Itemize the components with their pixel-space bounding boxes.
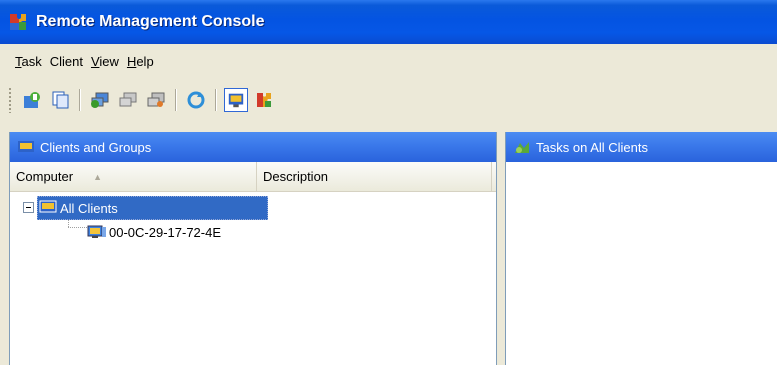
menu-view[interactable]: View [87, 54, 123, 69]
menu-bar: Task Client View Help [0, 47, 777, 75]
clients-pane-header: Clients and Groups [10, 132, 496, 162]
tasks-view-button[interactable] [252, 88, 276, 112]
tasks-icon [515, 142, 529, 153]
toolbar [0, 83, 777, 117]
computer-icon [87, 225, 106, 238]
menu-client[interactable]: Client [46, 54, 87, 69]
toolbar-separator [175, 89, 177, 111]
refresh-icon [187, 91, 205, 109]
tree-node-all-clients: All Clients [10, 195, 496, 220]
toolbar-separator [215, 89, 217, 111]
menu-help[interactable]: Help [123, 54, 158, 69]
copy-icon [52, 91, 69, 109]
clients-pane-title: Clients and Groups [40, 139, 152, 155]
puzzle-icon [10, 14, 26, 30]
clients-pane: Clients and Groups Computer ▲ Descriptio… [9, 132, 497, 365]
group-icon [39, 200, 57, 213]
refresh-button[interactable] [184, 88, 208, 112]
add-client-icon [91, 92, 109, 108]
clients-groups-icon [18, 141, 34, 152]
toolbar-separator [79, 89, 81, 111]
tree-node-label-client[interactable]: 00-0C-29-17-72-4E [87, 221, 221, 243]
sort-ascending-icon: ▲ [93, 171, 102, 182]
tasks-view-icon [257, 93, 271, 107]
collapse-icon[interactable] [23, 202, 34, 213]
client-properties-button[interactable] [144, 88, 168, 112]
clients-view-button[interactable] [224, 88, 248, 112]
tasks-pane-header: Tasks on All Clients [506, 132, 777, 162]
toolbar-grip[interactable] [8, 87, 12, 113]
column-header-computer[interactable]: Computer ▲ [10, 162, 257, 191]
copy-button[interactable] [48, 88, 72, 112]
clients-view-icon [228, 93, 244, 108]
tree-node-label-all-clients[interactable]: All Clients [37, 196, 268, 220]
column-headers: Computer ▲ Description [10, 162, 496, 192]
column-header-description[interactable]: Description [257, 162, 492, 191]
add-group-icon [24, 92, 40, 108]
title-bar[interactable]: Remote Management Console [0, 0, 777, 44]
menu-task[interactable]: Task [11, 54, 46, 69]
remove-client-icon [119, 92, 137, 107]
client-properties-icon [147, 92, 165, 107]
remove-client-button[interactable] [116, 88, 140, 112]
tasks-pane-title: Tasks on All Clients [536, 139, 648, 155]
tasks-pane: Tasks on All Clients [505, 132, 777, 365]
window-title: Remote Management Console [36, 13, 265, 30]
clients-tree: All Clients 00-0C-29-17-72-4E [10, 192, 496, 245]
add-client-button[interactable] [88, 88, 112, 112]
add-group-button[interactable] [20, 88, 44, 112]
tree-node-client: 00-0C-29-17-72-4E [10, 220, 496, 245]
